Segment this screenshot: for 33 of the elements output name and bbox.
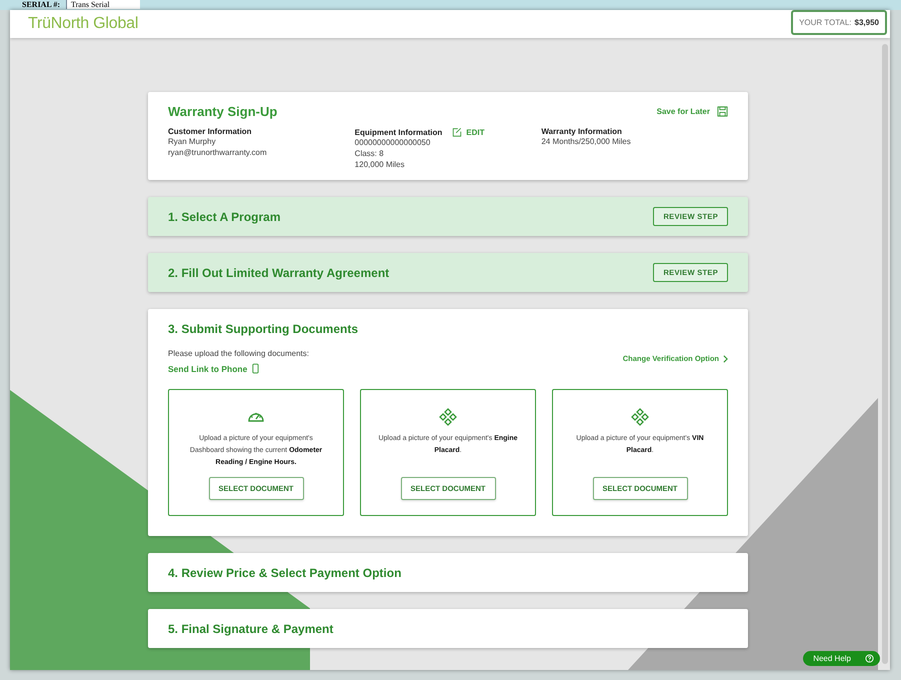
step-title: 5. Final Signature & Payment — [168, 622, 334, 636]
edit-link[interactable]: EDIT — [466, 128, 484, 136]
chevron-right-icon — [723, 354, 728, 362]
diamond-cluster-icon — [439, 408, 457, 426]
info-text: 24 Months/250,000 Miles — [541, 136, 632, 147]
send-link-to-phone-link[interactable]: Send Link to Phone — [168, 364, 248, 374]
step-title: 2. Fill Out Limited Warranty Agreement — [168, 266, 390, 280]
help-icon — [865, 654, 874, 663]
save-icon — [717, 106, 728, 117]
step-title: 1. Select A Program — [168, 210, 280, 224]
save-for-later-link[interactable]: Save for Later — [656, 107, 710, 116]
phone-icon — [252, 363, 260, 374]
total-label: YOUR TOTAL: — [799, 18, 852, 26]
serial-field: Trans Serial — [66, 0, 140, 9]
step-title: 4. Review Price & Select Payment Option — [168, 566, 402, 580]
info-text: 00000000000000050 — [354, 137, 432, 148]
total-value: $3,950 — [854, 18, 879, 26]
scrollbar[interactable] — [882, 44, 888, 664]
info-text: 120,000 Miles — [354, 159, 406, 170]
info-text: Class: 8 — [354, 148, 385, 159]
info-text: ryan@trunorthwarranty.com — [168, 147, 268, 158]
info-text: Ryan Murphy — [168, 136, 217, 147]
info-heading: Equipment Information — [354, 128, 442, 136]
edit-icon — [452, 127, 462, 137]
instructions-text: Please upload the following documents: — [168, 349, 309, 358]
summary-title: Warranty Sign-Up — [168, 104, 278, 119]
diamond-cluster-icon — [631, 408, 649, 426]
step-title: 3. Submit Supporting Documents — [168, 322, 358, 336]
need-help-button[interactable]: Need Help — [803, 651, 880, 666]
info-heading: Customer Information — [168, 127, 252, 136]
serial-label: SERIAL #: — [22, 0, 60, 9]
logo[interactable]: TrüNorth Global — [28, 15, 138, 33]
info-heading: Warranty Information — [541, 127, 622, 136]
